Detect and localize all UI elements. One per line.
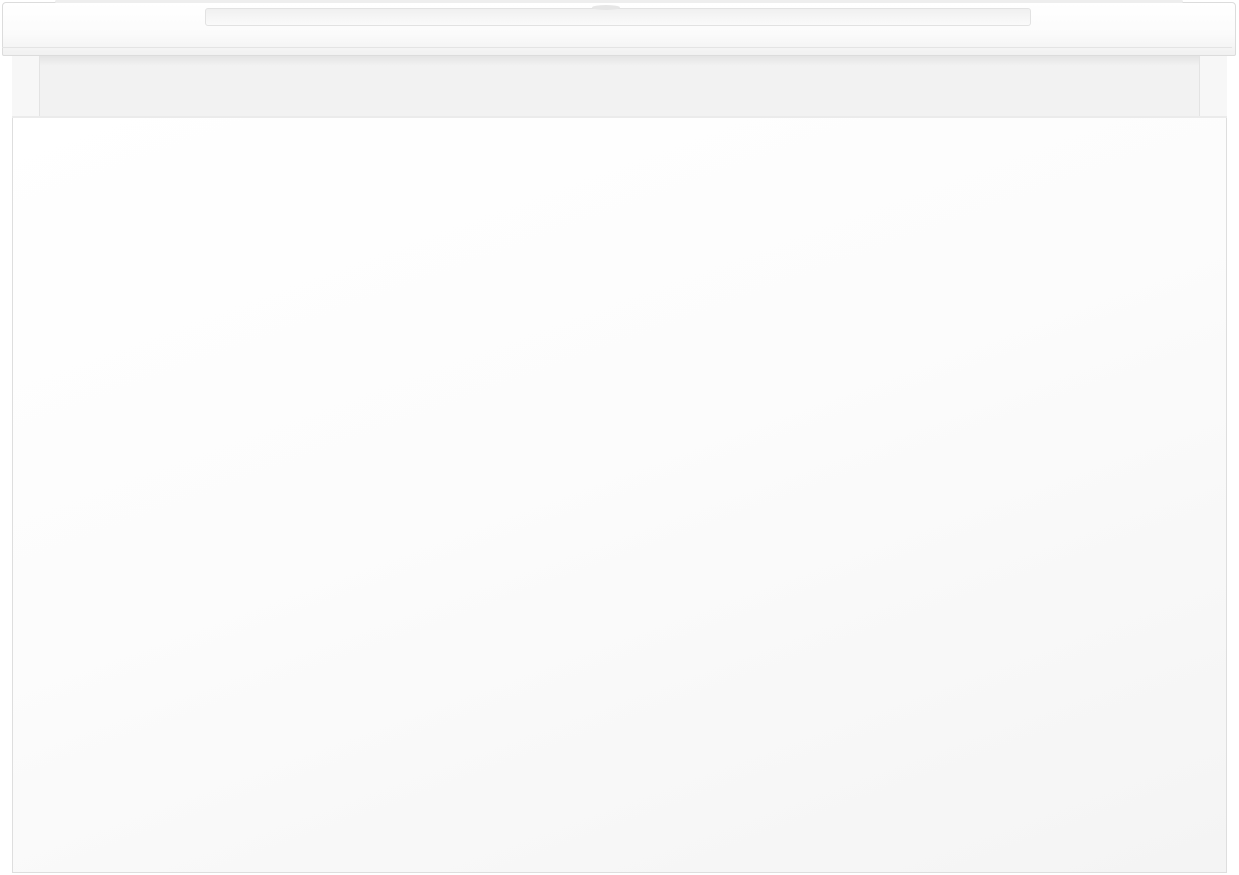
countertop-rim	[55, 0, 1183, 3]
basin-bowl	[205, 8, 1031, 26]
carcass-shadow	[40, 56, 1199, 66]
tap-hole	[592, 5, 620, 10]
product-image	[0, 0, 1239, 875]
drawer-front	[12, 116, 1227, 873]
cabinet-side-left	[12, 56, 40, 118]
cabinet-side-right	[1199, 56, 1227, 118]
drawer-top-edge	[12, 116, 1227, 118]
countertop-front-edge	[2, 47, 1232, 48]
